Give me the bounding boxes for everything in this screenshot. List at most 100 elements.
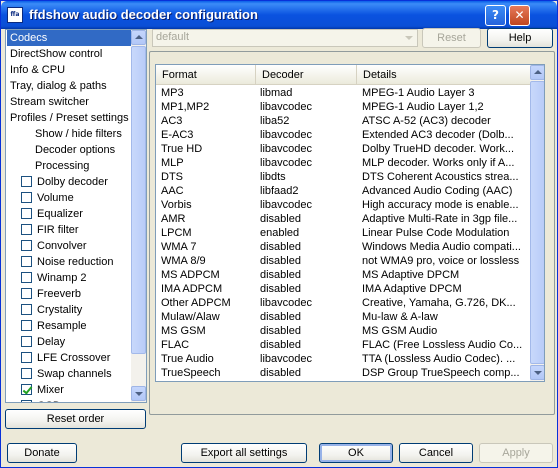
tree-item-label: Volume	[37, 192, 74, 204]
tree-item[interactable]: Mixer	[7, 382, 64, 398]
codecs-panel: Format Decoder Details MP3 libmad MPEG-1 A…	[149, 51, 555, 415]
column-header-decoder[interactable]: Decoder	[256, 65, 357, 85]
scroll-thumb[interactable]	[530, 81, 544, 364]
tree-item[interactable]: Winamp 2	[7, 270, 87, 286]
table-cell: IMA ADPCM	[161, 283, 223, 295]
table-row[interactable]: MP1,MP2 libavcodec MPEG-1 Audio Layer 1,2	[156, 100, 530, 114]
tree-item[interactable]: Info & CPU	[7, 62, 65, 78]
page-tree[interactable]: Codecs DirectShow control Info & CPU Tray, …	[5, 29, 147, 403]
tree-item[interactable]: Noise reduction	[7, 254, 113, 270]
table-cell: AC3	[161, 115, 183, 127]
tree-item[interactable]: Resample	[7, 318, 87, 334]
filter-checkbox[interactable]	[21, 208, 32, 219]
table-row[interactable]: DTS libdts DTS Coherent Acoustics strea...	[156, 170, 530, 184]
filter-checkbox[interactable]	[21, 384, 32, 395]
filter-checkbox[interactable]	[21, 336, 32, 347]
tree-item[interactable]: Stream switcher	[7, 94, 89, 110]
table-row[interactable]: TrueSpeech disabled DSP Group TrueSpeech c…	[156, 366, 530, 380]
table-row[interactable]: MS GSM disabled MS GSM Audio	[156, 324, 530, 338]
table-cell: MS GSM Audio	[362, 325, 438, 337]
filter-checkbox[interactable]	[21, 368, 32, 379]
table-row[interactable]: LPCM enabled Linear Pulse Code Modulation	[156, 226, 530, 240]
table-row[interactable]: Mulaw/Alaw disabled Mu-law & A-law	[156, 310, 530, 324]
close-button[interactable]: ✕	[509, 5, 530, 26]
tree-item[interactable]: Dolby decoder	[7, 174, 108, 190]
tree-item[interactable]: Freeverb	[7, 286, 81, 302]
table-row[interactable]: WMA 7 disabled Windows Media Audio compati…	[156, 240, 530, 254]
table-cell: MLP decoder. Works only if A...	[362, 157, 515, 169]
tree-item[interactable]: Delay	[7, 334, 65, 350]
filter-checkbox[interactable]	[21, 272, 32, 283]
title-bar[interactable]: ffa ffdshow audio decoder configuration …	[1, 1, 557, 29]
tree-item-label: Resample	[37, 320, 87, 332]
filter-checkbox[interactable]	[21, 176, 32, 187]
tree-item-label: Info & CPU	[10, 64, 66, 76]
table-row[interactable]: AC3 liba52 ATSC A-52 (AC3) decoder	[156, 114, 530, 128]
table-row[interactable]: AAC libfaad2 Advanced Audio Coding (AAC)	[156, 184, 530, 198]
tree-item[interactable]: Equalizer	[7, 206, 83, 222]
table-row[interactable]: True Audio libavcodec TTA (Lossless Audio …	[156, 352, 530, 366]
tree-item[interactable]: Show / hide filters	[7, 126, 122, 142]
tree-item[interactable]: Convolver	[7, 238, 87, 254]
tree-item[interactable]: DirectShow control	[7, 46, 102, 62]
table-row[interactable]: WMA 8/9 disabled not WMA9 pro, voice or lo…	[156, 254, 530, 268]
filter-checkbox[interactable]	[21, 400, 32, 402]
filter-checkbox[interactable]	[21, 288, 32, 299]
tree-item[interactable]: Profiles / Preset settings	[7, 110, 129, 126]
reset-order-button[interactable]: Reset order	[5, 409, 146, 429]
tree-item[interactable]: Decoder options	[7, 142, 115, 158]
tree-item[interactable]: Volume	[7, 190, 74, 206]
table-row[interactable]: FLAC disabled FLAC (Free Lossless Audio Co…	[156, 338, 530, 352]
tree-item[interactable]: Processing	[7, 158, 89, 174]
table-row[interactable]: AMR disabled Adaptive Multi-Rate in 3gp fi…	[156, 212, 530, 226]
preset-reset-button: Reset	[422, 28, 481, 48]
ffdshow-app-icon: ffa	[7, 7, 23, 23]
ok-button[interactable]: OK	[319, 443, 393, 463]
tree-item[interactable]: Swap channels	[7, 366, 112, 382]
client-area: Codecs DirectShow control Info & CPU Tray, …	[1, 28, 557, 467]
donate-button[interactable]: Donate	[7, 443, 77, 463]
tree-item[interactable]: FIR filter	[7, 222, 79, 238]
filter-checkbox[interactable]	[21, 352, 32, 363]
scroll-down-button[interactable]	[530, 365, 544, 380]
scroll-up-button[interactable]	[530, 65, 544, 80]
tree-scrollbar[interactable]	[131, 30, 146, 402]
table-row[interactable]: IMA ADPCM disabled IMA Adaptive DPCM	[156, 282, 530, 296]
column-header-details[interactable]: Details	[357, 65, 530, 85]
scroll-up-button[interactable]	[131, 30, 146, 45]
tree-item-label: OSD	[37, 400, 61, 402]
filter-checkbox[interactable]	[21, 304, 32, 315]
export-settings-button[interactable]: Export all settings	[181, 443, 307, 463]
tree-item[interactable]: OSD	[7, 398, 61, 402]
preset-value: default	[156, 31, 190, 43]
filter-checkbox[interactable]	[21, 224, 32, 235]
tree-item-label: Mixer	[37, 384, 64, 396]
scroll-down-button[interactable]	[131, 386, 146, 401]
filter-checkbox[interactable]	[21, 240, 32, 251]
tree-item[interactable]: Tray, dialog & paths	[7, 78, 107, 94]
tree-item[interactable]: Codecs	[7, 30, 131, 46]
tree-item[interactable]: LFE Crossover	[7, 350, 110, 366]
table-row[interactable]: E-AC3 libavcodec Extended AC3 decoder (Dol…	[156, 128, 530, 142]
help-button[interactable]: Help	[487, 28, 553, 48]
filter-checkbox[interactable]	[21, 192, 32, 203]
filter-checkbox[interactable]	[21, 256, 32, 267]
table-cell: libavcodec	[260, 353, 312, 365]
codecs-list-scrollbar[interactable]	[530, 65, 544, 381]
table-cell: MS GSM	[161, 325, 206, 337]
table-row[interactable]: True HD libavcodec Dolby TrueHD decoder. W…	[156, 142, 530, 156]
cancel-button[interactable]: Cancel	[399, 443, 473, 463]
tree-item-label: Convolver	[37, 240, 87, 252]
table-row[interactable]: MS ADPCM disabled MS Adaptive DPCM	[156, 268, 530, 282]
table-row[interactable]: MP3 libmad MPEG-1 Audio Layer 3	[156, 86, 530, 100]
tree-item[interactable]: Crystality	[7, 302, 82, 318]
filter-checkbox[interactable]	[21, 320, 32, 331]
table-row[interactable]: Vorbis libavcodec High accuracy mode is en…	[156, 198, 530, 212]
table-row[interactable]: MLP libavcodec MLP decoder. Works only if …	[156, 156, 530, 170]
codecs-list[interactable]: Format Decoder Details MP3 libmad MPEG-1 A…	[155, 64, 545, 382]
column-header-format[interactable]: Format	[156, 65, 256, 85]
table-row[interactable]: Other ADPCM libavcodec Creative, Yamaha, G…	[156, 296, 530, 310]
scroll-thumb[interactable]	[131, 46, 146, 354]
help-title-button[interactable]: ?	[485, 5, 506, 26]
codecs-rows: MP3 libmad MPEG-1 Audio Layer 3 MP1,MP2 liba…	[156, 86, 530, 380]
